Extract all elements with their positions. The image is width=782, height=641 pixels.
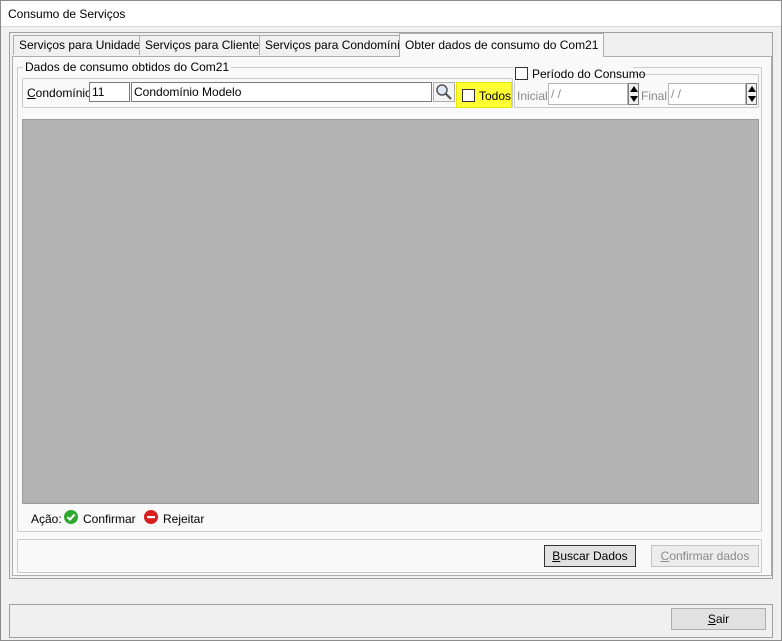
main-window: Consumo de Serviços Serviços para Unidad… bbox=[0, 0, 782, 641]
final-label: Final: bbox=[641, 89, 671, 103]
search-button[interactable] bbox=[433, 82, 455, 102]
periodo-checkbox[interactable] bbox=[515, 67, 528, 80]
minus-circle-icon bbox=[144, 510, 158, 524]
rejeitar-legend-label: Rejeitar bbox=[163, 512, 205, 526]
bottom-bar bbox=[9, 604, 773, 638]
tab-label: Serviços para Clientes bbox=[145, 38, 266, 52]
tab-label: Obter dados de consumo do Com21 bbox=[405, 38, 599, 52]
periodo-title: Período do Consumo bbox=[532, 67, 646, 81]
inicial-spin-button[interactable] bbox=[628, 83, 639, 105]
inicial-label: Inicial: bbox=[517, 89, 552, 103]
todos-checkbox[interactable] bbox=[462, 89, 475, 102]
confirmar-legend-label: Confirmar bbox=[83, 512, 136, 526]
condominio-name-input[interactable]: Condomínio Modelo bbox=[131, 82, 432, 102]
final-date-input[interactable]: / / bbox=[668, 83, 746, 105]
tab-label: Serviços para Condomínios bbox=[265, 38, 413, 52]
tab-obter-dados-com21[interactable]: Obter dados de consumo do Com21 bbox=[399, 33, 605, 57]
dados-consumo-group-title: Dados de consumo obtidos do Com21 bbox=[23, 60, 232, 74]
confirmar-dados-button[interactable]: Confirmar dados bbox=[651, 545, 759, 567]
tab-servicos-unidades[interactable]: Serviços para Unidades bbox=[13, 35, 153, 55]
final-spin-button[interactable] bbox=[746, 83, 757, 105]
check-icon bbox=[64, 510, 78, 524]
tab-servicos-condominios[interactable]: Serviços para Condomínios bbox=[259, 35, 419, 55]
search-icon bbox=[436, 84, 452, 100]
tab-servicos-clientes[interactable]: Serviços para Clientes bbox=[139, 35, 272, 55]
buscar-dados-button[interactable]: Buscar Dados bbox=[544, 545, 636, 567]
window-title: Consumo de Serviços bbox=[8, 7, 126, 21]
title-bar: Consumo de Serviços bbox=[1, 1, 781, 27]
condominio-label: Condomínio: bbox=[27, 86, 96, 100]
condominio-code-input[interactable]: 11 bbox=[89, 82, 130, 102]
sair-button[interactable]: Sair bbox=[671, 608, 766, 630]
inicial-date-input[interactable]: / / bbox=[548, 83, 628, 105]
todos-label: Todos bbox=[479, 89, 512, 103]
acao-legend-label: Ação: bbox=[31, 512, 62, 526]
consumption-data-grid[interactable] bbox=[22, 119, 759, 504]
tab-label: Serviços para Unidades bbox=[19, 38, 147, 52]
